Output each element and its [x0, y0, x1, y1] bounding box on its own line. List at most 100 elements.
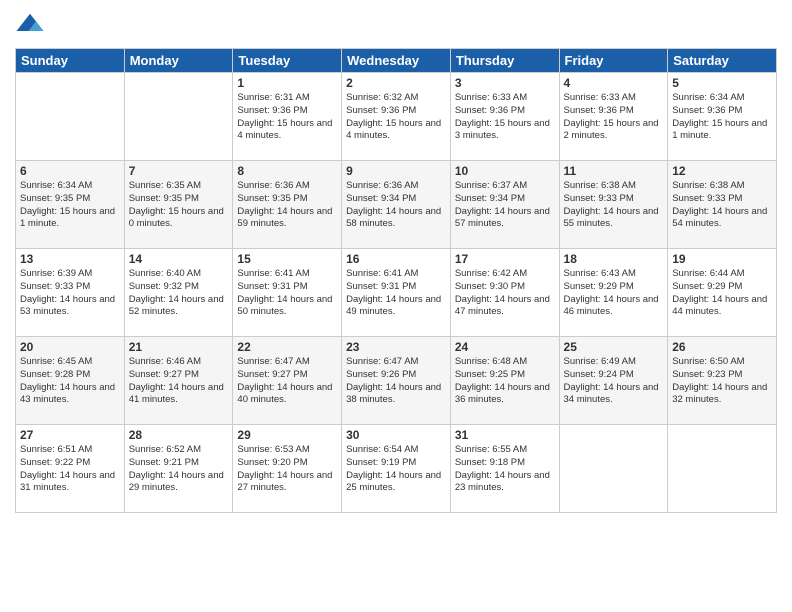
day-info: Sunrise: 6:51 AM Sunset: 9:22 PM Dayligh…: [20, 444, 120, 495]
calendar-cell: 7 Sunrise: 6:35 AM Sunset: 9:35 PM Daylig…: [124, 161, 233, 249]
day-info: Sunrise: 6:55 AM Sunset: 9:18 PM Dayligh…: [455, 444, 555, 495]
calendar-cell: 30 Sunrise: 6:54 AM Sunset: 9:19 PM Dayli…: [342, 425, 451, 513]
day-number: 9: [346, 164, 446, 178]
calendar-cell: 2 Sunrise: 6:32 AM Sunset: 9:36 PM Daylig…: [342, 73, 451, 161]
day-number: 26: [672, 340, 772, 354]
calendar-cell: 15 Sunrise: 6:41 AM Sunset: 9:31 PM Dayli…: [233, 249, 342, 337]
weekday-header-monday: Monday: [124, 49, 233, 73]
day-info: Sunrise: 6:48 AM Sunset: 9:25 PM Dayligh…: [455, 356, 555, 407]
weekday-header-thursday: Thursday: [450, 49, 559, 73]
day-info: Sunrise: 6:38 AM Sunset: 9:33 PM Dayligh…: [564, 180, 664, 231]
day-number: 3: [455, 76, 555, 90]
day-info: Sunrise: 6:53 AM Sunset: 9:20 PM Dayligh…: [237, 444, 337, 495]
calendar-cell: 21 Sunrise: 6:46 AM Sunset: 9:27 PM Dayli…: [124, 337, 233, 425]
day-info: Sunrise: 6:41 AM Sunset: 9:31 PM Dayligh…: [237, 268, 337, 319]
day-info: Sunrise: 6:33 AM Sunset: 9:36 PM Dayligh…: [455, 92, 555, 143]
page: SundayMondayTuesdayWednesdayThursdayFrid…: [0, 0, 792, 612]
calendar-cell: 18 Sunrise: 6:43 AM Sunset: 9:29 PM Dayli…: [559, 249, 668, 337]
day-info: Sunrise: 6:34 AM Sunset: 9:35 PM Dayligh…: [20, 180, 120, 231]
day-info: Sunrise: 6:39 AM Sunset: 9:33 PM Dayligh…: [20, 268, 120, 319]
day-info: Sunrise: 6:54 AM Sunset: 9:19 PM Dayligh…: [346, 444, 446, 495]
calendar-cell: [668, 425, 777, 513]
day-number: 23: [346, 340, 446, 354]
day-number: 8: [237, 164, 337, 178]
calendar-cell: 3 Sunrise: 6:33 AM Sunset: 9:36 PM Daylig…: [450, 73, 559, 161]
calendar-cell: 27Sunrise: 6:51 AM Sunset: 9:22 PM Dayli…: [16, 425, 125, 513]
day-number: 7: [129, 164, 229, 178]
weekday-header-wednesday: Wednesday: [342, 49, 451, 73]
calendar-cell: 25 Sunrise: 6:49 AM Sunset: 9:24 PM Dayli…: [559, 337, 668, 425]
calendar-cell: 12 Sunrise: 6:38 AM Sunset: 9:33 PM Dayli…: [668, 161, 777, 249]
day-number: 24: [455, 340, 555, 354]
calendar-cell: 4 Sunrise: 6:33 AM Sunset: 9:36 PM Daylig…: [559, 73, 668, 161]
day-number: 14: [129, 252, 229, 266]
day-info: Sunrise: 6:36 AM Sunset: 9:35 PM Dayligh…: [237, 180, 337, 231]
calendar-cell: 17 Sunrise: 6:42 AM Sunset: 9:30 PM Dayli…: [450, 249, 559, 337]
weekday-header-friday: Friday: [559, 49, 668, 73]
calendar-cell: 26 Sunrise: 6:50 AM Sunset: 9:23 PM Dayli…: [668, 337, 777, 425]
day-number: 29: [237, 428, 337, 442]
day-info: Sunrise: 6:42 AM Sunset: 9:30 PM Dayligh…: [455, 268, 555, 319]
calendar-cell: 19 Sunrise: 6:44 AM Sunset: 9:29 PM Dayli…: [668, 249, 777, 337]
calendar-cell: 11 Sunrise: 6:38 AM Sunset: 9:33 PM Dayli…: [559, 161, 668, 249]
day-info: Sunrise: 6:34 AM Sunset: 9:36 PM Dayligh…: [672, 92, 772, 143]
day-info: Sunrise: 6:47 AM Sunset: 9:26 PM Dayligh…: [346, 356, 446, 407]
weekday-header-saturday: Saturday: [668, 49, 777, 73]
calendar-cell: [16, 73, 125, 161]
calendar-cell: 8 Sunrise: 6:36 AM Sunset: 9:35 PM Daylig…: [233, 161, 342, 249]
day-number: 2: [346, 76, 446, 90]
weekday-header-tuesday: Tuesday: [233, 49, 342, 73]
day-info: Sunrise: 6:43 AM Sunset: 9:29 PM Dayligh…: [564, 268, 664, 319]
day-number: 19: [672, 252, 772, 266]
day-number: 18: [564, 252, 664, 266]
calendar-cell: 9 Sunrise: 6:36 AM Sunset: 9:34 PM Daylig…: [342, 161, 451, 249]
day-number: 1: [237, 76, 337, 90]
day-number: 6: [20, 164, 120, 178]
calendar-cell: 1Sunrise: 6:31 AM Sunset: 9:36 PM Daylig…: [233, 73, 342, 161]
day-number: 20: [20, 340, 120, 354]
day-number: 17: [455, 252, 555, 266]
day-info: Sunrise: 6:47 AM Sunset: 9:27 PM Dayligh…: [237, 356, 337, 407]
day-number: 31: [455, 428, 555, 442]
calendar-cell: 20 Sunrise: 6:45 AM Sunset: 9:28 PM Dayli…: [16, 337, 125, 425]
day-info: Sunrise: 6:41 AM Sunset: 9:31 PM Dayligh…: [346, 268, 446, 319]
calendar-cell: 24 Sunrise: 6:48 AM Sunset: 9:25 PM Dayli…: [450, 337, 559, 425]
day-number: 25: [564, 340, 664, 354]
calendar-cell: 16 Sunrise: 6:41 AM Sunset: 9:31 PM Dayli…: [342, 249, 451, 337]
day-info: Sunrise: 6:37 AM Sunset: 9:34 PM Dayligh…: [455, 180, 555, 231]
day-number: 15: [237, 252, 337, 266]
day-number: 13: [20, 252, 120, 266]
logo-icon: [15, 10, 45, 40]
calendar-cell: 13 Sunrise: 6:39 AM Sunset: 9:33 PM Dayli…: [16, 249, 125, 337]
day-info: Sunrise: 6:49 AM Sunset: 9:24 PM Dayligh…: [564, 356, 664, 407]
calendar-cell: 23 Sunrise: 6:47 AM Sunset: 9:26 PM Dayli…: [342, 337, 451, 425]
header: [15, 10, 777, 40]
day-number: 16: [346, 252, 446, 266]
day-info: Sunrise: 6:45 AM Sunset: 9:28 PM Dayligh…: [20, 356, 120, 407]
calendar-cell: [124, 73, 233, 161]
calendar-cell: 31 Sunrise: 6:55 AM Sunset: 9:18 PM Dayli…: [450, 425, 559, 513]
calendar-cell: [559, 425, 668, 513]
day-info: Sunrise: 6:38 AM Sunset: 9:33 PM Dayligh…: [672, 180, 772, 231]
day-number: 12: [672, 164, 772, 178]
day-number: 4: [564, 76, 664, 90]
day-number: 11: [564, 164, 664, 178]
day-number: 28: [129, 428, 229, 442]
weekday-header-sunday: Sunday: [16, 49, 125, 73]
day-info: Sunrise: 6:33 AM Sunset: 9:36 PM Dayligh…: [564, 92, 664, 143]
calendar-cell: 28 Sunrise: 6:52 AM Sunset: 9:21 PM Dayli…: [124, 425, 233, 513]
day-info: Sunrise: 6:44 AM Sunset: 9:29 PM Dayligh…: [672, 268, 772, 319]
day-info: Sunrise: 6:50 AM Sunset: 9:23 PM Dayligh…: [672, 356, 772, 407]
day-number: 21: [129, 340, 229, 354]
day-info: Sunrise: 6:52 AM Sunset: 9:21 PM Dayligh…: [129, 444, 229, 495]
day-info: Sunrise: 6:36 AM Sunset: 9:34 PM Dayligh…: [346, 180, 446, 231]
calendar: SundayMondayTuesdayWednesdayThursdayFrid…: [15, 48, 777, 513]
day-info: Sunrise: 6:40 AM Sunset: 9:32 PM Dayligh…: [129, 268, 229, 319]
day-info: Sunrise: 6:46 AM Sunset: 9:27 PM Dayligh…: [129, 356, 229, 407]
calendar-cell: 14 Sunrise: 6:40 AM Sunset: 9:32 PM Dayli…: [124, 249, 233, 337]
day-info: Sunrise: 6:32 AM Sunset: 9:36 PM Dayligh…: [346, 92, 446, 143]
day-number: 30: [346, 428, 446, 442]
calendar-cell: 22Sunrise: 6:47 AM Sunset: 9:27 PM Dayli…: [233, 337, 342, 425]
day-number: 10: [455, 164, 555, 178]
day-info: Sunrise: 6:35 AM Sunset: 9:35 PM Dayligh…: [129, 180, 229, 231]
